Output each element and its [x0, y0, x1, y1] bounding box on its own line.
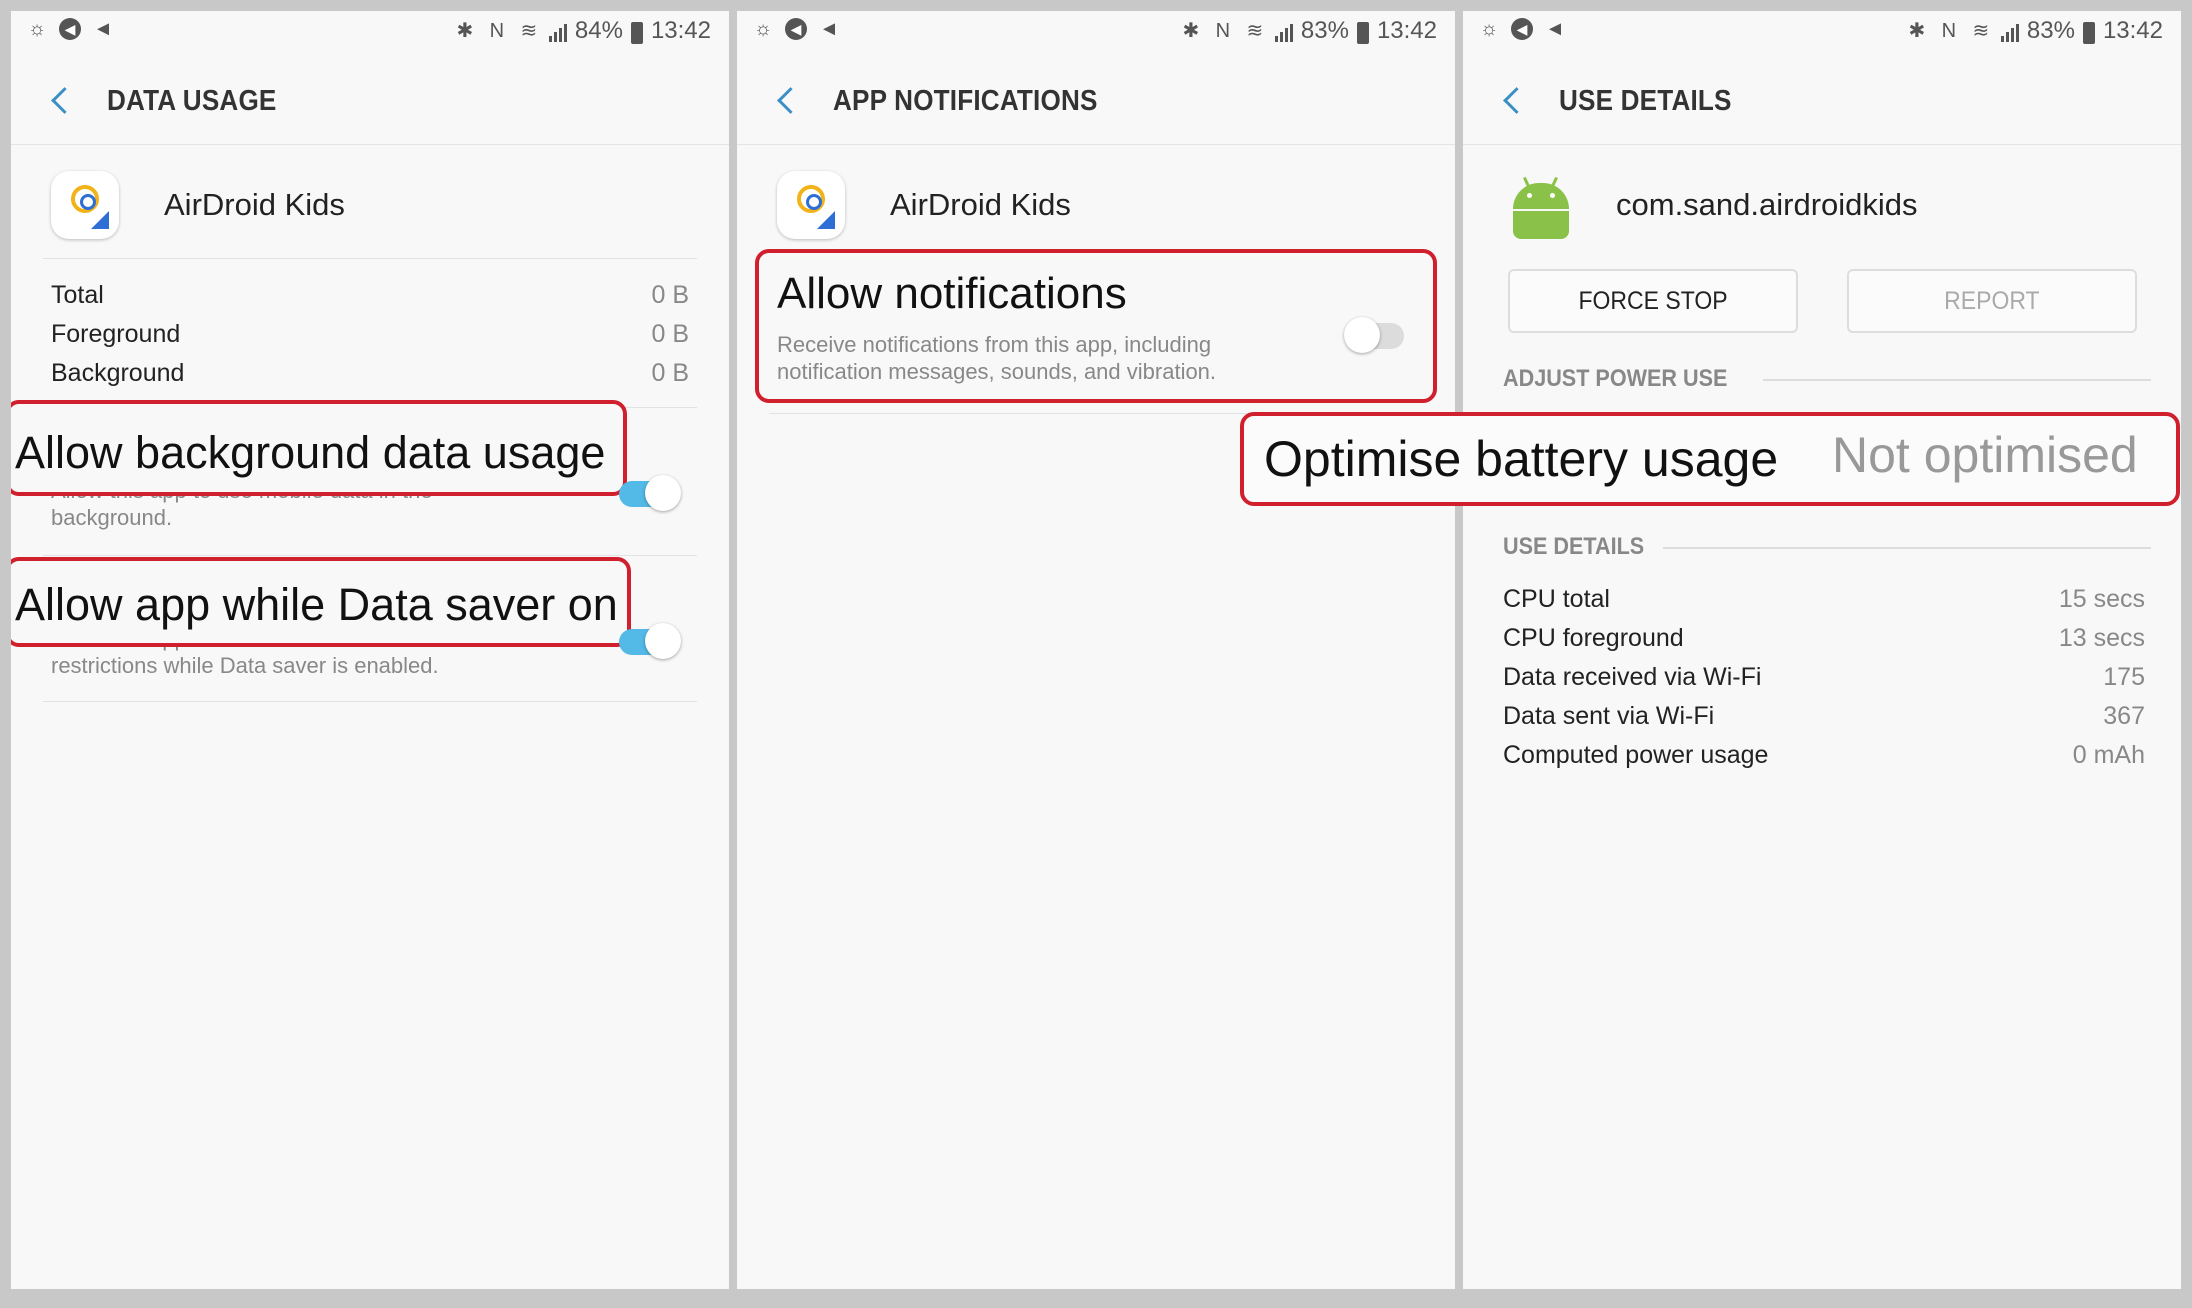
setting-title: Allow notifications	[777, 269, 1127, 318]
section-header-power: ADJUST POWER USE	[1503, 365, 2151, 393]
signal-icon	[1274, 20, 1293, 42]
package-name: com.sand.airdroidkids	[1616, 187, 1918, 222]
brightness-icon: ☼	[1479, 18, 1499, 40]
wifi-icon: ≋	[520, 20, 538, 42]
clock: 13:42	[1376, 17, 1437, 44]
signal-icon	[548, 20, 567, 42]
detail-label: CPU total	[1503, 585, 1610, 613]
bluetooth-icon: ✱	[456, 20, 474, 42]
setting-title: Allow background data usage	[15, 427, 606, 478]
usage-label: Total	[51, 281, 104, 309]
back-icon[interactable]	[47, 83, 77, 117]
app-bar: USE DETAILS	[1463, 55, 2181, 145]
usage-value: 0 B	[651, 281, 689, 309]
page-title: USE DETAILS	[1559, 85, 1732, 117]
divider	[43, 555, 697, 556]
detail-value: 13 secs	[2058, 624, 2145, 652]
clock: 13:42	[650, 17, 711, 44]
detail-label: Data received via Wi-Fi	[1503, 663, 1762, 691]
data-usage-screen: ☼ ◀ ◄ ✱ Ν ≋ 84% 13:42 DATA USAGE AirDroi…	[11, 11, 729, 1289]
app-header: AirDroid Kids	[11, 161, 729, 261]
brightness-icon: ☼	[27, 18, 47, 40]
battery-percent: 83%	[2026, 17, 2075, 44]
divider	[43, 701, 697, 702]
page-title: DATA USAGE	[107, 85, 277, 117]
app-header: com.sand.airdroidkids	[1463, 161, 2181, 261]
wifi-icon: ≋	[1246, 20, 1264, 42]
optimise-value: Not optimised	[1832, 427, 2138, 483]
app-icon	[51, 171, 119, 239]
status-bar: ☼ ◀ ◄ ✱ Ν ≋ 83% 13:42	[737, 11, 1455, 51]
battery-icon	[1356, 22, 1369, 44]
setting-title: Allow app while Data saver on	[15, 579, 618, 630]
usage-row-background: Background 0 B	[51, 359, 689, 388]
app-bar: DATA USAGE	[11, 55, 729, 145]
detail-value: 15 secs	[2058, 585, 2145, 613]
nfc-icon: Ν	[489, 20, 505, 42]
clock: 13:42	[2102, 17, 2163, 44]
nfc-icon: Ν	[1215, 20, 1231, 42]
usage-row-total: Total 0 B	[51, 281, 689, 310]
location-icon: ◀	[785, 18, 807, 40]
detail-label: Data sent via Wi-Fi	[1503, 702, 1715, 730]
usage-row-foreground: Foreground 0 B	[51, 320, 689, 349]
send-icon: ◄	[1545, 18, 1565, 40]
battery-percent: 83%	[1300, 17, 1349, 44]
data-saver-toggle[interactable]	[617, 623, 681, 659]
app-bar: APP NOTIFICATIONS	[737, 55, 1455, 145]
detail-value: 367	[2103, 702, 2145, 730]
usage-value: 0 B	[651, 320, 689, 348]
battery-percent: 84%	[574, 17, 623, 44]
detail-row: Data received via Wi-Fi 175	[1503, 663, 2145, 692]
detail-row: CPU foreground 13 secs	[1503, 624, 2145, 653]
usage-label: Background	[51, 359, 185, 387]
setting-subtitle: Receive notifications from this app, inc…	[777, 332, 1217, 384]
status-bar: ☼ ◀ ◄ ✱ Ν ≋ 84% 13:42	[11, 11, 729, 51]
android-icon	[1511, 176, 1571, 239]
background-data-toggle[interactable]	[617, 475, 681, 511]
bluetooth-icon: ✱	[1908, 20, 1926, 42]
send-icon: ◄	[93, 18, 113, 40]
detail-row: Data sent via Wi-Fi 367	[1503, 702, 2145, 731]
allow-notifications-toggle[interactable]	[1344, 317, 1408, 353]
use-details-screen: ☼ ◀ ◄ ✱ Ν ≋ 83% 13:42 USE DETAILS com.sa…	[1463, 11, 2181, 1289]
bluetooth-icon: ✱	[1182, 20, 1200, 42]
location-icon: ◀	[1511, 18, 1533, 40]
signal-icon	[2000, 20, 2019, 42]
brightness-icon: ☼	[753, 18, 773, 40]
detail-label: Computed power usage	[1503, 741, 1769, 769]
app-icon	[777, 171, 845, 239]
usage-value: 0 B	[651, 359, 689, 387]
wifi-icon: ≋	[1972, 20, 1990, 42]
app-name: AirDroid Kids	[164, 187, 345, 222]
back-icon[interactable]	[773, 83, 803, 117]
detail-value: 175	[2103, 663, 2145, 691]
force-stop-button[interactable]: FORCE STOP	[1508, 269, 1798, 333]
nfc-icon: Ν	[1941, 20, 1957, 42]
section-header-details: USE DETAILS	[1503, 533, 2151, 561]
optimise-label: Optimise battery usage	[1264, 431, 1779, 487]
app-header: AirDroid Kids	[737, 161, 1455, 261]
usage-label: Foreground	[51, 320, 181, 348]
detail-value: 0 mAh	[2072, 741, 2145, 769]
status-bar: ☼ ◀ ◄ ✱ Ν ≋ 83% 13:42	[1463, 11, 2181, 51]
report-button[interactable]: REPORT	[1847, 269, 2137, 333]
page-title: APP NOTIFICATIONS	[833, 85, 1098, 117]
back-icon[interactable]	[1499, 83, 1529, 117]
detail-row: Computed power usage 0 mAh	[1503, 741, 2145, 770]
app-notifications-screen: ☼ ◀ ◄ ✱ Ν ≋ 83% 13:42 APP NOTIFICATIONS …	[737, 11, 1455, 1289]
location-icon: ◀	[59, 18, 81, 40]
detail-row: CPU total 15 secs	[1503, 585, 2145, 614]
battery-icon	[2082, 22, 2095, 44]
battery-icon	[630, 22, 643, 44]
app-name: AirDroid Kids	[890, 187, 1071, 222]
divider	[43, 258, 697, 259]
detail-label: CPU foreground	[1503, 624, 1684, 652]
send-icon: ◄	[819, 18, 839, 40]
